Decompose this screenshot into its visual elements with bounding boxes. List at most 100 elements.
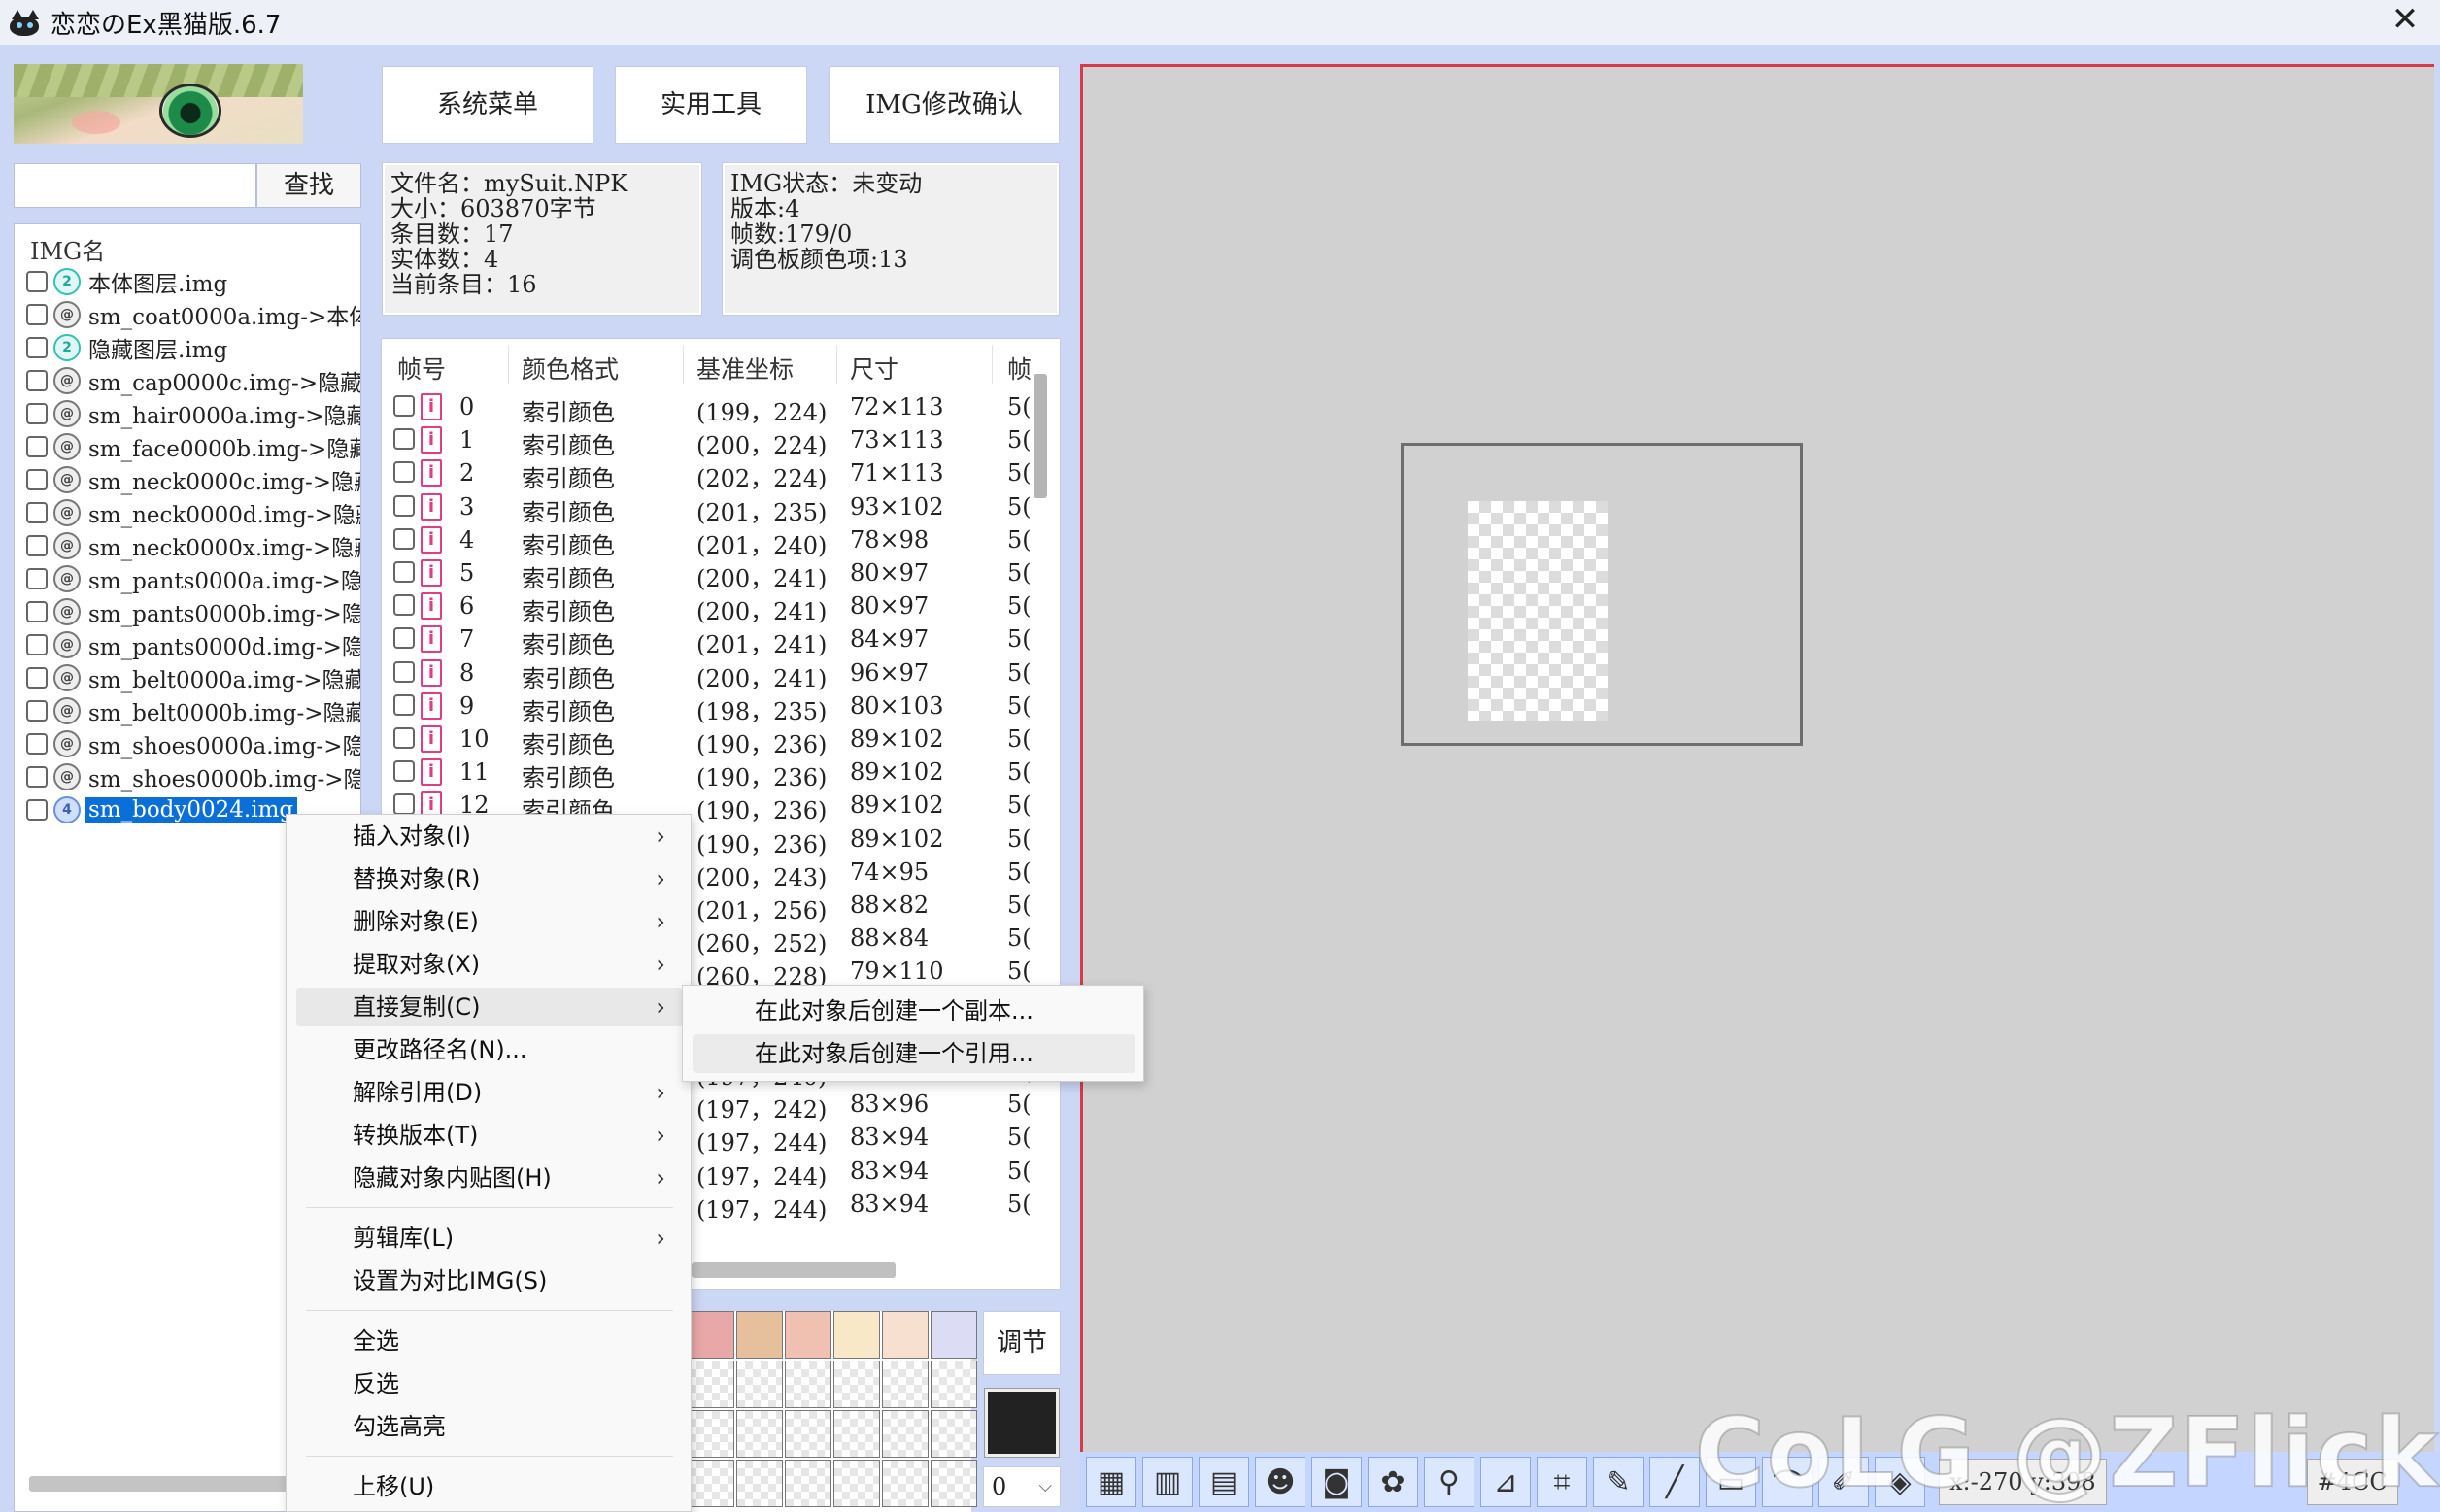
img-checkbox[interactable] (26, 370, 48, 391)
table-row[interactable]: i 10 索引颜色 (190，236) 89×102 5( (382, 722, 1042, 758)
frame-checkbox[interactable] (393, 693, 415, 716)
img-list-item[interactable]: 2 本体图层.img (15, 265, 360, 298)
table-row[interactable]: i 2 索引颜色 (202，224) 71×113 5( (382, 455, 1042, 492)
img-list-item[interactable]: @ sm_pants0000a.img->隐藏 (15, 562, 360, 595)
img-checkbox[interactable] (26, 700, 48, 722)
img-list-item[interactable]: @ sm_pants0000d.img->隐藏 (15, 628, 360, 661)
img-checkbox[interactable] (26, 403, 48, 424)
img-list-item[interactable]: @ sm_belt0000b.img->隐藏. (15, 694, 360, 727)
img-checkbox[interactable] (26, 634, 48, 655)
col-frame-no[interactable]: 帧号 (397, 351, 446, 386)
adjust-button[interactable]: 调节 (983, 1311, 1061, 1375)
frame-checkbox[interactable] (393, 395, 415, 417)
pencil-icon[interactable]: ✎ (1593, 1457, 1644, 1507)
palette-cell[interactable] (688, 1460, 734, 1507)
preview-canvas[interactable] (1080, 64, 2434, 1452)
img-list-item[interactable]: @ sm_pants0000b.img->隐藏 (15, 595, 360, 628)
img-checkbox[interactable] (26, 766, 48, 788)
context-menu-item[interactable]: 设置为对比IMG(S) (296, 1261, 683, 1300)
line-icon[interactable]: ╱ (1649, 1457, 1700, 1507)
table-row[interactable]: i 3 索引颜色 (201，235) 93×102 5( (382, 489, 1042, 526)
palette-grid[interactable] (688, 1311, 977, 1512)
img-checkbox[interactable] (26, 733, 48, 755)
system-menu-button[interactable]: 系统菜单 (382, 66, 593, 144)
frame-checkbox[interactable] (393, 594, 415, 617)
current-color-swatch[interactable] (984, 1388, 1060, 1458)
chart-icon[interactable]: ⊿ (1480, 1457, 1531, 1507)
palette-cell[interactable] (688, 1311, 734, 1359)
img-list-item[interactable]: 2 隐藏图层.img (15, 331, 360, 364)
grid-icon[interactable]: ▦ (1086, 1457, 1136, 1507)
context-menu-item[interactable]: 剪辑库(L) › (296, 1219, 683, 1258)
palette-icon[interactable]: ▥ (1142, 1457, 1193, 1507)
palette-cell[interactable] (688, 1361, 734, 1408)
context-menu-item[interactable]: 勾选高亮 (296, 1407, 683, 1446)
create-reference-menu-item[interactable]: 在此对象后创建一个引用... (693, 1034, 1135, 1073)
context-menu-item[interactable]: 更改路径名(N)... (296, 1030, 683, 1069)
magnifier-icon[interactable]: ⚲ (1424, 1457, 1474, 1507)
palette-cell[interactable] (833, 1410, 880, 1458)
palette-cell[interactable] (882, 1311, 929, 1359)
palette-cell[interactable] (931, 1311, 977, 1359)
context-menu-item[interactable]: 提取对象(X) › (296, 945, 683, 984)
img-checkbox[interactable] (26, 436, 48, 457)
img-list-item[interactable]: @ sm_hair0000a.img->隐藏. (15, 397, 360, 430)
palette-cell[interactable] (931, 1361, 977, 1408)
table-row[interactable]: i 0 索引颜色 (199，224) 72×113 5( (382, 389, 1042, 426)
table-row[interactable]: i 7 索引颜色 (201，241) 84×97 5( (382, 622, 1042, 658)
frame-checkbox[interactable] (393, 428, 415, 451)
context-menu-item[interactable]: 替换对象(R) › (296, 859, 683, 898)
table-row[interactable]: i 1 索引颜色 (200，224) 73×113 5( (382, 422, 1042, 459)
context-menu-item[interactable]: 转换版本(T) › (296, 1116, 683, 1155)
palette-cell[interactable] (736, 1410, 783, 1458)
img-checkbox[interactable] (26, 337, 48, 358)
table-row[interactable]: i 9 索引颜色 (198，235) 80×103 5( (382, 689, 1042, 725)
paw-icon[interactable]: ✿ (1368, 1457, 1418, 1507)
context-menu-item[interactable]: 上移(U) (296, 1467, 683, 1506)
frame-checkbox[interactable] (393, 760, 415, 783)
palette-cell[interactable] (785, 1361, 831, 1408)
col-color-format[interactable]: 颜色格式 (522, 351, 619, 386)
frame-checkbox[interactable] (393, 461, 415, 484)
frames-vertical-scrollbar[interactable] (1034, 374, 1047, 498)
img-list-item[interactable]: @ sm_neck0000x.img->隐藏. (15, 529, 360, 562)
table-row[interactable]: i 5 索引颜色 (200，241) 80×97 5( (382, 555, 1042, 592)
context-menu-item[interactable]: 删除对象(E) › (296, 902, 683, 941)
palette-cell[interactable] (736, 1361, 783, 1408)
palette-cell[interactable] (833, 1460, 880, 1507)
palette-cell[interactable] (882, 1460, 929, 1507)
palette-cell[interactable] (882, 1361, 929, 1408)
img-checkbox[interactable] (26, 535, 48, 556)
frame-checkbox[interactable] (393, 627, 415, 650)
img-list-item[interactable]: @ sm_shoes0000a.img->隐藏 (15, 727, 360, 760)
img-list-item[interactable]: @ sm_coat0000a.img->本体. (15, 298, 360, 331)
context-menu-item[interactable]: 反选 (296, 1364, 683, 1403)
palette-cell[interactable] (833, 1361, 880, 1408)
context-menu-item[interactable]: 直接复制(C) › (296, 988, 683, 1026)
img-checkbox[interactable] (26, 271, 48, 292)
palette-cell[interactable] (882, 1410, 929, 1458)
img-list-item[interactable]: @ sm_cap0000c.img->隐藏.. (15, 364, 360, 397)
img-checkbox[interactable] (26, 601, 48, 622)
frame-checkbox[interactable] (393, 727, 415, 749)
palette-cell[interactable] (785, 1410, 831, 1458)
img-list-item[interactable]: @ sm_face0000b.img->隐藏. (15, 430, 360, 463)
frame-checkbox[interactable] (393, 527, 415, 550)
palette-cell[interactable] (931, 1410, 977, 1458)
img-confirm-button[interactable]: IMG修改确认 (829, 66, 1060, 144)
col-size[interactable]: 尺寸 (850, 351, 898, 386)
utilities-button[interactable]: 实用工具 (615, 66, 807, 144)
img-checkbox[interactable] (26, 667, 48, 689)
table-row[interactable]: i 11 索引颜色 (190，236) 89×102 5( (382, 755, 1042, 791)
frame-checkbox[interactable] (393, 561, 415, 583)
context-menu-item[interactable]: 全选 (296, 1322, 683, 1361)
img-checkbox[interactable] (26, 469, 48, 490)
search-input[interactable] (14, 163, 256, 208)
img-checkbox[interactable] (26, 568, 48, 589)
palette-cell[interactable] (688, 1410, 734, 1458)
palette-cell[interactable] (785, 1311, 831, 1359)
close-icon[interactable]: ✕ (2386, 0, 2424, 45)
create-copy-menu-item[interactable]: 在此对象后创建一个副本... (693, 991, 1135, 1030)
palette-cell[interactable] (785, 1460, 831, 1507)
context-menu-item[interactable]: 插入对象(I) › (296, 817, 683, 856)
